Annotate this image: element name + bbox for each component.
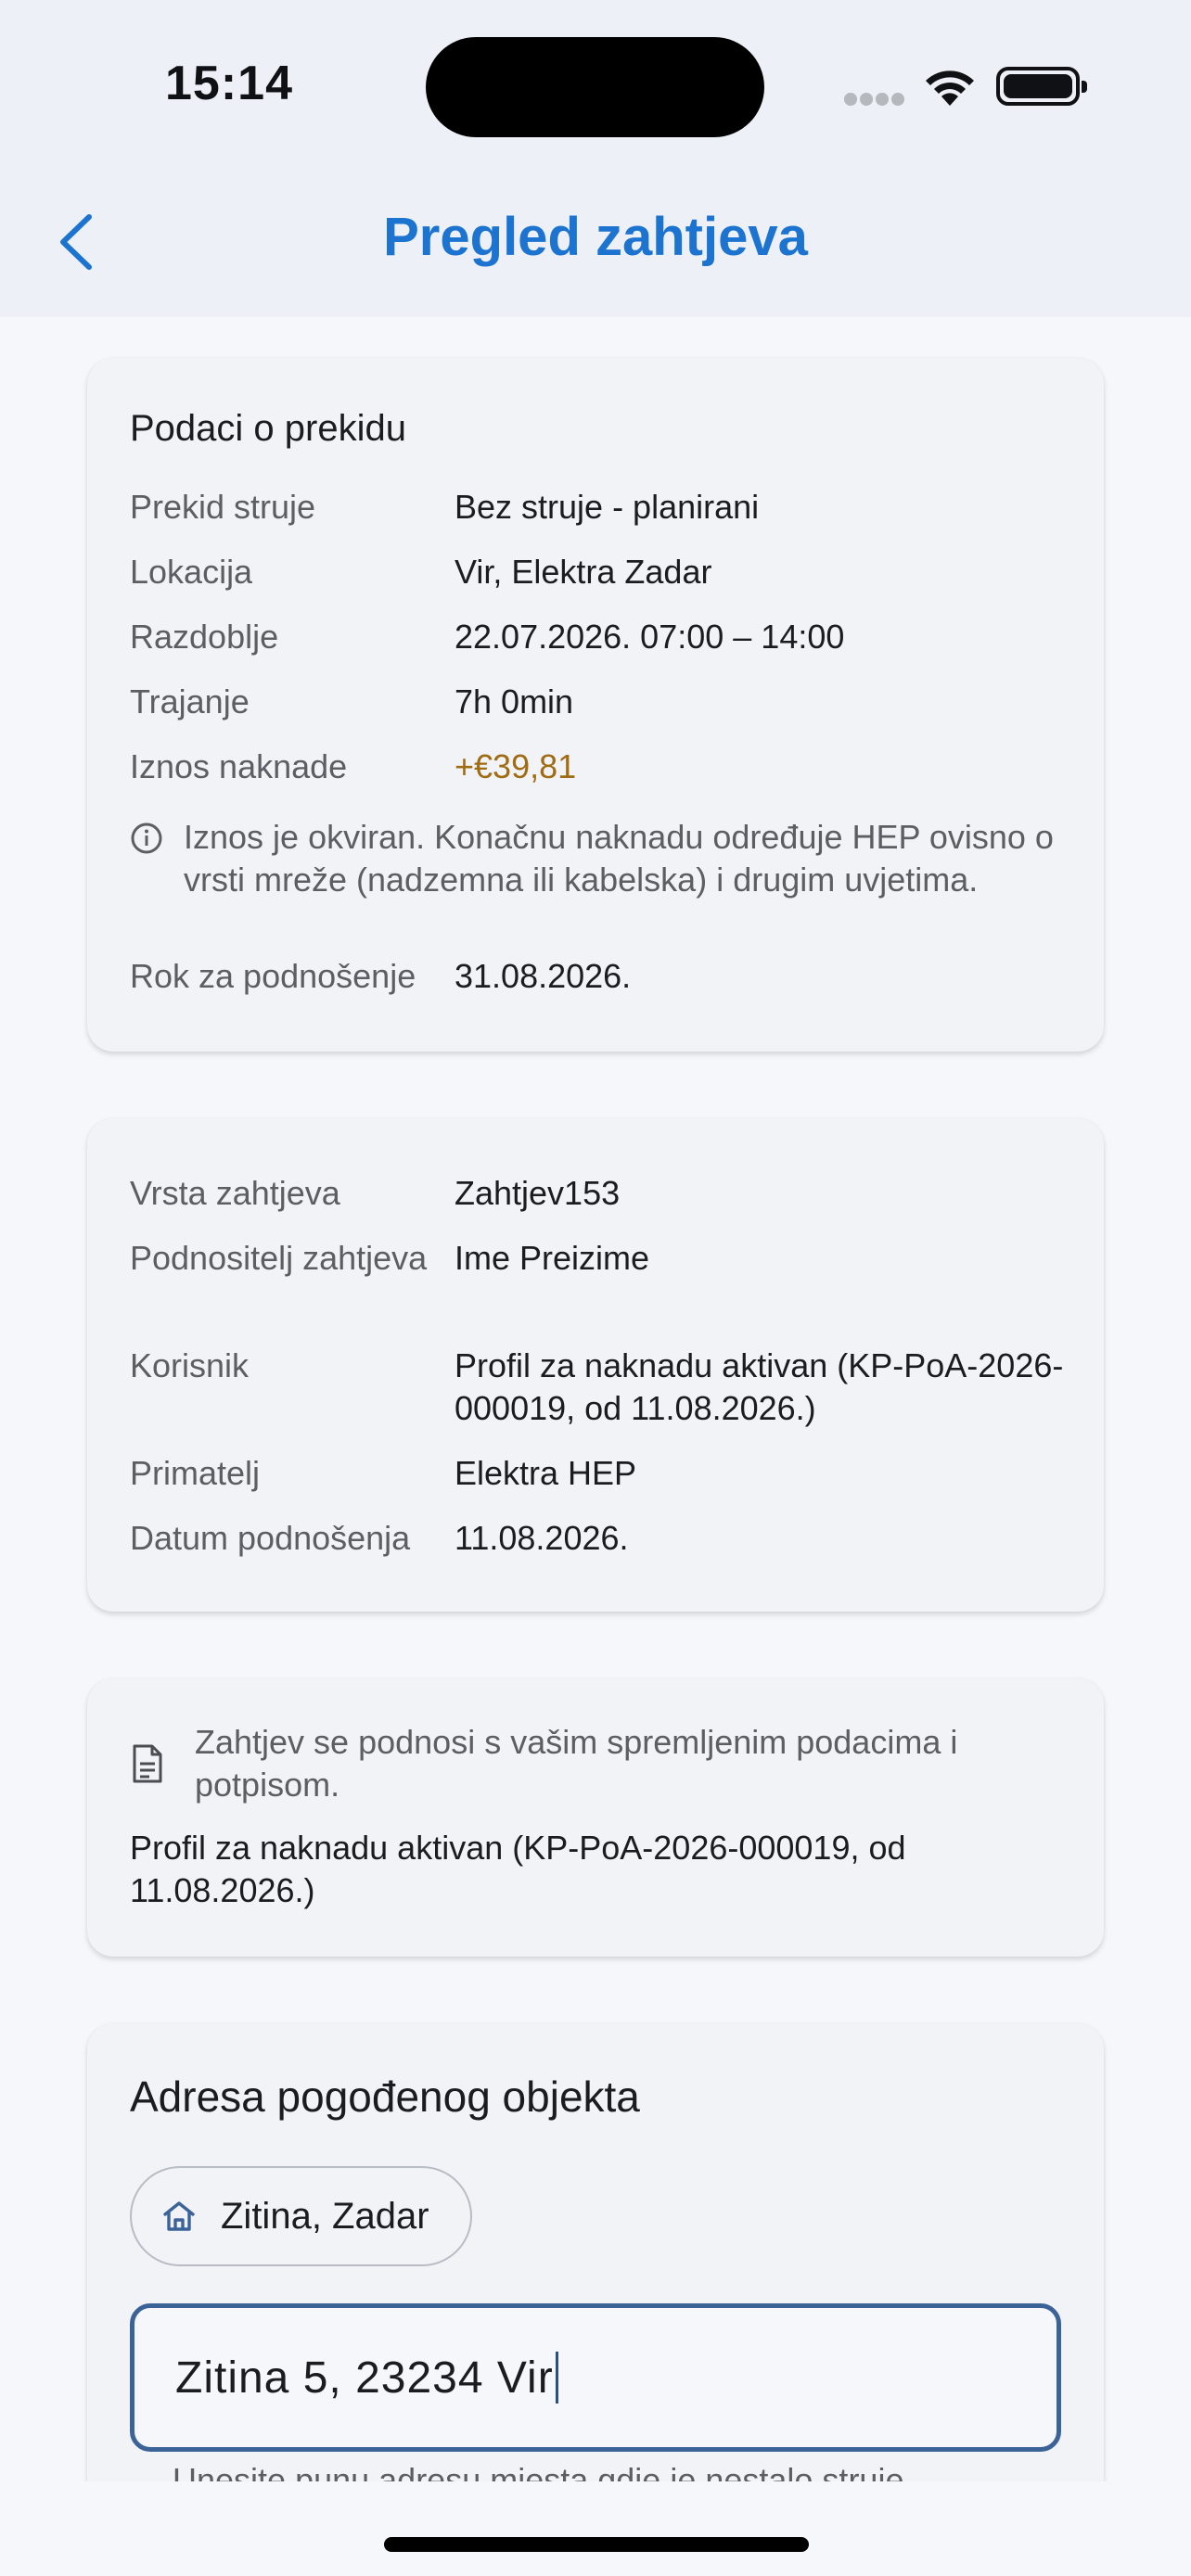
row-label: Iznos naknade: [130, 747, 348, 785]
estimate-note: Iznos je okviran. Konačnu naknadu određu…: [130, 816, 1067, 901]
row-value: Bez struje - planirani: [455, 488, 760, 526]
row-value: 7h 0min: [455, 682, 574, 721]
row-label: Datum podnošenja: [130, 1519, 411, 1557]
home-icon: [161, 2200, 197, 2232]
deadline-row: Rok za podnošenje 31.08.2026.: [130, 955, 1067, 998]
duration-row: Trajanje 7h 0min: [130, 681, 1067, 723]
chip-label: Zitina, Zadar: [221, 2195, 429, 2237]
text-caret: [555, 2352, 558, 2404]
signature-note-text: Zahtjev se podnosi s vašim spremljenim p…: [195, 1723, 958, 1804]
applicant-row: Podnositelj zahtjeva Ime Preizime: [130, 1237, 1067, 1280]
compensation-amount: +€39,81: [455, 747, 577, 785]
row-value: Ime Preizime: [455, 1239, 650, 1277]
row-label: Razdoblje: [130, 618, 279, 656]
dynamic-island: [426, 37, 764, 137]
row-label: Vrsta zahtjeva: [130, 1174, 340, 1212]
submission-date-row: Datum podnošenja 11.08.2026.: [130, 1517, 1067, 1560]
row-label: Trajanje: [130, 682, 250, 721]
status-time: 15:14: [165, 57, 293, 110]
row-label: Lokacija: [130, 553, 253, 591]
compensation-amount-row: Iznos naknade +€39,81: [130, 746, 1067, 788]
outage-card-title: Podaci o prekidu: [130, 408, 406, 449]
row-value: 22.07.2026. 07:00 – 14:00: [455, 618, 845, 656]
row-value: Elektra HEP: [455, 1454, 637, 1492]
address-input-value: Zitina 5, 23234 Vir: [175, 2353, 554, 2403]
user-row: Korisnik Profil za naknadu aktivan (KP-P…: [130, 1345, 1067, 1430]
row-label: Primatelj: [130, 1454, 261, 1492]
row-label: Podnositelj zahtjeva: [130, 1239, 428, 1277]
period-row: Razdoblje 22.07.2026. 07:00 – 14:00: [130, 616, 1067, 658]
cellular-signal-icon: [844, 93, 905, 106]
top-bar: 15:14 Pregled zahtjeva: [0, 0, 1191, 317]
row-label: Korisnik: [130, 1346, 250, 1384]
info-icon: [130, 816, 184, 901]
address-input[interactable]: Zitina 5, 23234 Vir: [130, 2303, 1061, 2452]
row-label: Rok za podnošenje: [130, 957, 416, 995]
location-row: Lokacija Vir, Elektra Zadar: [130, 551, 1067, 593]
document-icon: [130, 1721, 195, 1806]
row-label: Prekid struje: [130, 488, 316, 526]
address-suggestion-chip[interactable]: Zitina, Zadar: [130, 2166, 472, 2266]
outage-info-card: Podaci o prekidu Prekid struje Bez struj…: [87, 358, 1104, 1052]
request-info-card: Vrsta zahtjeva Zahtjev153 Podnositelj za…: [87, 1118, 1104, 1612]
row-value: Vir, Elektra Zadar: [455, 553, 712, 591]
bottom-area: [0, 2481, 1191, 2576]
row-value: Zahtjev153: [455, 1174, 621, 1212]
wifi-icon: [926, 70, 974, 106]
row-value: 11.08.2026.: [455, 1519, 629, 1557]
battery-icon: [996, 67, 1087, 106]
estimate-note-text: Iznos je okviran. Konačnu naknadu određu…: [184, 818, 1054, 899]
home-indicator[interactable]: [384, 2537, 809, 2552]
outage-type-row: Prekid struje Bez struje - planirani: [130, 486, 1067, 529]
page-title: Pregled zahtjeva: [383, 207, 808, 267]
row-value: 31.08.2026.: [455, 957, 632, 995]
signature-card: Zahtjev se podnosi s vašim spremljenim p…: [87, 1678, 1104, 1957]
signature-note: Zahtjev se podnosi s vašim spremljenim p…: [130, 1721, 1067, 1806]
recipient-row: Primatelj Elektra HEP: [130, 1452, 1067, 1495]
profile-status: Profil za naknadu aktivan (KP-PoA-2026-0…: [130, 1829, 906, 1909]
address-card-title: Adresa pogođenog objekta: [130, 2072, 640, 2121]
row-value: Profil za naknadu aktivan (KP-PoA-2026-0…: [455, 1346, 1064, 1427]
request-type-row: Vrsta zahtjeva Zahtjev153: [130, 1172, 1067, 1215]
